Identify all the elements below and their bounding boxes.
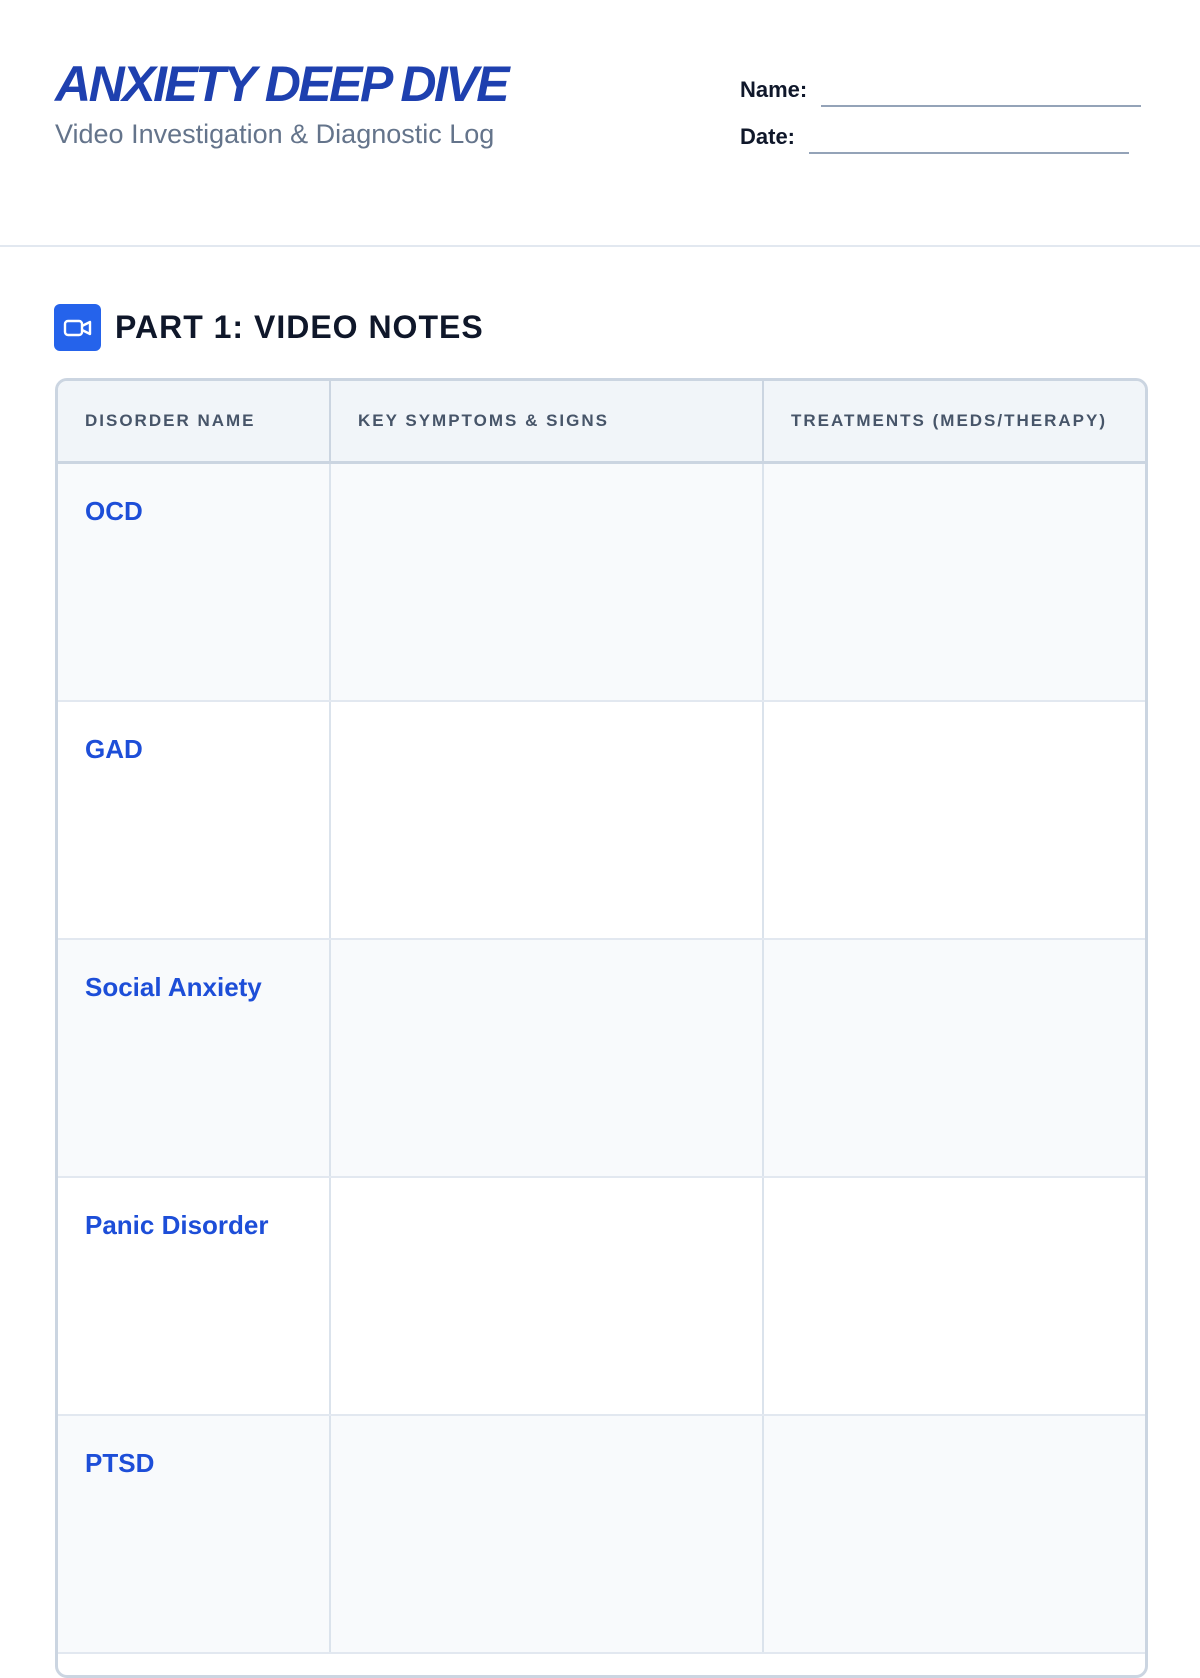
table-row: GAD bbox=[58, 700, 1145, 940]
disorder-cell: GAD bbox=[58, 700, 331, 940]
symptoms-cell[interactable] bbox=[330, 462, 764, 702]
date-field[interactable]: Date: bbox=[740, 123, 1130, 154]
disorder-name: OCD bbox=[85, 496, 143, 526]
date-label: Date: bbox=[740, 124, 796, 149]
worksheet-subtitle: Video Investigation & Diagnostic Log bbox=[55, 119, 495, 149]
treatments-cell[interactable] bbox=[763, 1414, 1145, 1654]
disorder-cell: PTSD bbox=[58, 1414, 331, 1654]
disorder-name: GAD bbox=[85, 733, 143, 764]
treatments-cell[interactable] bbox=[763, 462, 1145, 702]
video-camera-icon bbox=[54, 304, 101, 351]
section-title: PART 1: VIDEO NOTES bbox=[115, 309, 484, 345]
column-header-disorder: DISORDER NAME bbox=[58, 381, 331, 464]
disorder-cell: Social Anxiety bbox=[58, 938, 331, 1178]
disorder-name: Panic Disorder bbox=[85, 1209, 269, 1240]
worksheet-header: ANXIETY DEEP DIVE Video Investigation & … bbox=[0, 0, 1200, 247]
table-row: Panic Disorder bbox=[58, 1176, 1145, 1416]
table-row: PTSD bbox=[58, 1414, 1145, 1654]
name-label: Name: bbox=[740, 77, 808, 102]
name-blank-line[interactable] bbox=[821, 105, 1142, 107]
disorder-name: Social Anxiety bbox=[85, 971, 262, 1002]
disorder-cell: Panic Disorder bbox=[58, 1176, 331, 1416]
date-blank-line[interactable] bbox=[809, 152, 1130, 154]
disorder-name: PTSD bbox=[85, 1447, 155, 1478]
treatments-cell[interactable] bbox=[763, 938, 1145, 1178]
table-header-row: DISORDER NAME KEY SYMPTOMS & SIGNS TREAT… bbox=[58, 381, 1145, 464]
symptoms-cell[interactable] bbox=[330, 938, 764, 1178]
worksheet-title: ANXIETY DEEP DIVE bbox=[55, 56, 510, 112]
symptoms-cell[interactable] bbox=[330, 700, 764, 940]
name-field[interactable]: Name: bbox=[740, 76, 1142, 107]
disorder-cell: OCD bbox=[58, 462, 331, 702]
column-header-symptoms: KEY SYMPTOMS & SIGNS bbox=[330, 381, 764, 464]
symptoms-cell[interactable] bbox=[330, 1176, 764, 1416]
video-notes-table: DISORDER NAME KEY SYMPTOMS & SIGNS TREAT… bbox=[55, 378, 1148, 1678]
treatments-cell[interactable] bbox=[763, 700, 1145, 940]
table-row: OCD bbox=[58, 462, 1145, 702]
column-header-treatments: TREATMENTS (MEDS/THERAPY) bbox=[763, 381, 1145, 464]
section-heading: PART 1: VIDEO NOTES bbox=[54, 304, 484, 351]
table-row: Social Anxiety bbox=[58, 938, 1145, 1178]
treatments-cell[interactable] bbox=[763, 1176, 1145, 1416]
symptoms-cell[interactable] bbox=[330, 1414, 764, 1654]
